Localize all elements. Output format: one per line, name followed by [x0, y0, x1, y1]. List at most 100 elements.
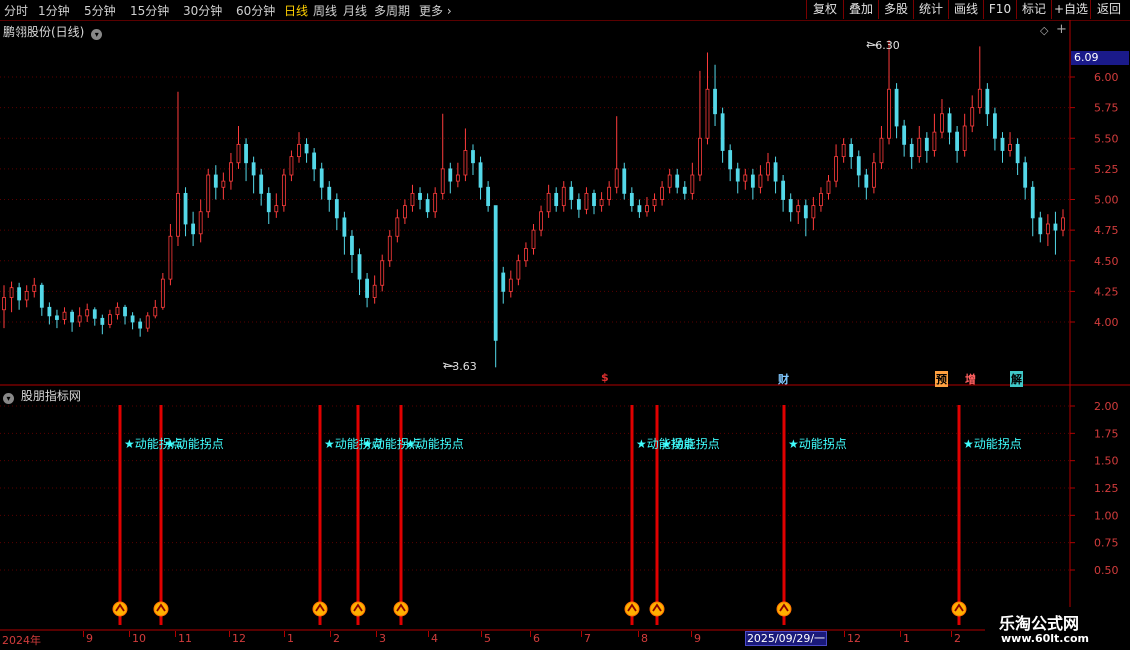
- time-axis-label: 5: [484, 632, 491, 645]
- candle-body: [463, 150, 468, 176]
- candle-body: [62, 311, 67, 320]
- candle-body: [803, 205, 808, 219]
- time-axis-label: 1: [903, 632, 910, 645]
- candle-body: [153, 306, 158, 317]
- time-axis-tick: [330, 631, 331, 637]
- signal-bar: [782, 405, 786, 625]
- signal-bar: [630, 405, 634, 625]
- main-ytick-label: 5.25: [1094, 163, 1119, 176]
- candle-body: [1008, 143, 1012, 151]
- candle-body: [758, 174, 763, 188]
- signal-bar: [118, 405, 122, 625]
- event-tag-finance[interactable]: 财: [778, 371, 789, 387]
- candle-body: [871, 162, 876, 188]
- candle-body: [17, 287, 22, 301]
- candle-body: [917, 137, 922, 158]
- candle-body: [977, 88, 982, 109]
- time-axis-tick: [530, 631, 531, 637]
- candle-body: [145, 315, 150, 329]
- time-axis-label: 1: [287, 632, 294, 645]
- time-axis-tick: [175, 631, 176, 637]
- low-price-label: ←3.63: [443, 360, 477, 373]
- candle-body: [213, 174, 218, 188]
- candle-body: [720, 113, 725, 151]
- signal-bar: [318, 405, 322, 625]
- time-axis-tick: [83, 631, 84, 637]
- indicator-ytick-label: 1.50: [1094, 455, 1119, 468]
- candle-body: [531, 229, 536, 249]
- candle-body: [705, 88, 710, 139]
- candle-body: [788, 199, 793, 213]
- time-axis-label: 3: [379, 632, 386, 645]
- candle-body: [160, 278, 165, 308]
- indicator-ytick-label: 1.00: [1094, 509, 1119, 522]
- cursor-date-badge: 2025/09/29/一: [745, 631, 827, 646]
- candle-body: [622, 168, 627, 194]
- candle-body: [682, 186, 687, 194]
- candle-body: [130, 315, 135, 323]
- candle-body: [1061, 217, 1065, 231]
- kline-chart[interactable]: 6.00 5.75 5.50 5.25 5.00 4.75 4.50 4.25 4.00 2.0…: [0, 0, 1130, 650]
- candle-body: [819, 192, 823, 207]
- candle-body: [576, 199, 581, 210]
- event-tag-dollar[interactable]: $: [601, 371, 609, 384]
- candle-body: [811, 205, 816, 219]
- main-ytick-label: 5.50: [1094, 132, 1119, 145]
- time-axis-label: 2024年: [2, 634, 41, 647]
- candle-body: [637, 205, 642, 213]
- event-tag-unlock[interactable]: 解: [1010, 371, 1023, 387]
- candle-body: [312, 152, 317, 170]
- candle-body: [92, 309, 97, 319]
- candle-body: [236, 143, 241, 164]
- time-axis-tick: [638, 631, 639, 637]
- candle-body: [546, 192, 551, 213]
- candle-body: [342, 217, 347, 237]
- candle-body: [599, 199, 604, 207]
- candle-body: [501, 272, 506, 292]
- candle-body: [524, 248, 528, 262]
- candle-body: [1038, 217, 1043, 235]
- candle-body: [614, 168, 619, 188]
- event-tag-increase[interactable]: 增: [965, 371, 976, 387]
- candle-body: [584, 192, 589, 210]
- candle-body: [138, 321, 143, 329]
- candle-body: [319, 168, 324, 188]
- candle-body: [940, 113, 944, 133]
- indicator-ytick-label: 0.50: [1094, 564, 1119, 577]
- time-axis-tick: [129, 631, 130, 637]
- candle-body: [796, 205, 801, 213]
- low-price-text: 3.63: [452, 360, 477, 373]
- candle-body: [743, 174, 748, 182]
- candle-body: [168, 235, 173, 280]
- signal-label: ★动能拐点: [963, 437, 1022, 451]
- candle-body: [947, 113, 952, 133]
- signal-label: ★动能拐点: [661, 437, 720, 451]
- time-axis-label: 4: [431, 632, 438, 645]
- event-tag-forecast[interactable]: 预: [935, 371, 948, 387]
- time-axis-label: 9: [694, 632, 701, 645]
- candle-body: [372, 284, 377, 298]
- indicator-ytick-label: 1.75: [1094, 427, 1119, 440]
- candle-body: [395, 217, 400, 237]
- main-ytick-label: 4.25: [1094, 285, 1119, 298]
- candle-body: [229, 162, 233, 182]
- time-axis-label: 10: [132, 632, 146, 645]
- candle-body: [198, 211, 203, 235]
- candle-body: [281, 174, 286, 207]
- candle-body: [9, 287, 14, 298]
- candle-body: [478, 162, 483, 188]
- candle-body: [274, 205, 279, 213]
- candle-body: [735, 168, 740, 182]
- candle-body: [993, 113, 997, 139]
- candle-body: [1000, 137, 1005, 151]
- signal-label: ★动能拐点: [405, 437, 464, 451]
- time-axis-tick: [229, 631, 230, 637]
- candle-body: [47, 306, 52, 317]
- candle-body: [508, 278, 513, 292]
- watermark-name: 乐淘公式网: [999, 614, 1080, 633]
- candle-body: [380, 260, 385, 286]
- main-ytick-label: 4.50: [1094, 255, 1119, 268]
- candle-body: [297, 143, 301, 158]
- candle-body: [856, 156, 861, 176]
- candle-body: [690, 174, 695, 194]
